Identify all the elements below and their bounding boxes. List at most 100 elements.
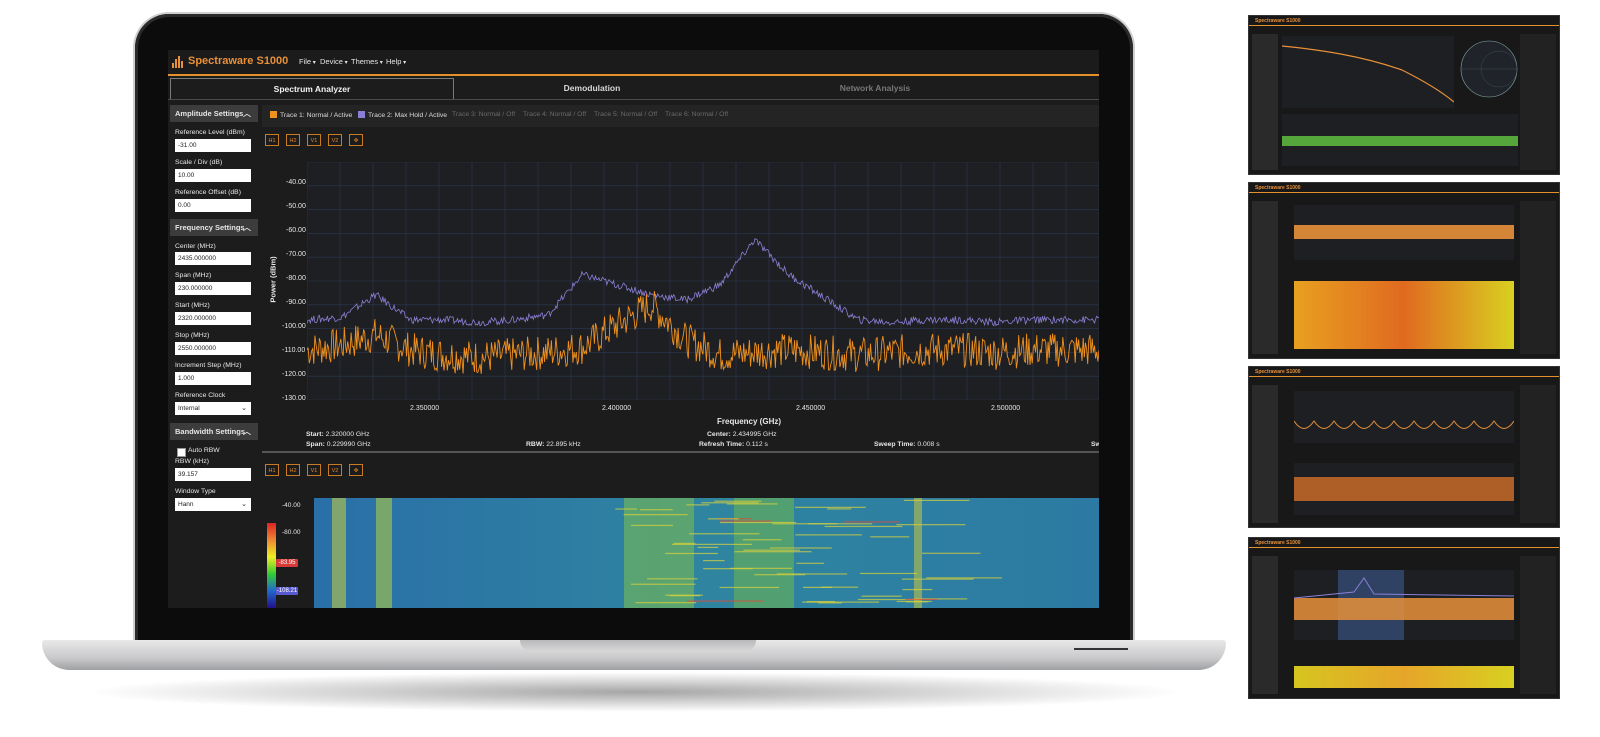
scale-div-label: Scale / Div (dB) bbox=[175, 159, 223, 166]
y-tick: -100.00 bbox=[282, 323, 306, 330]
waterfall-line bbox=[806, 600, 836, 603]
reference-level-label: Reference Level (dBm) bbox=[175, 129, 245, 136]
reference-clock-value: Internal bbox=[178, 405, 200, 412]
waterfall-line bbox=[901, 578, 974, 580]
thumb-sidebar bbox=[1252, 201, 1278, 354]
waterfall-line bbox=[742, 539, 782, 541]
waterfall-line bbox=[827, 508, 852, 510]
thumbnail-network-analysis[interactable]: Spectraware S1000 bbox=[1248, 15, 1560, 175]
spectrum-plot[interactable] bbox=[307, 162, 1099, 400]
marker-v1-button[interactable]: V1 bbox=[307, 464, 321, 476]
trace-2-label: Trace 2: Max Hold / Active bbox=[368, 112, 448, 119]
trace-1-toggle[interactable]: Trace 1: Normal / Active bbox=[270, 111, 352, 119]
waterfall-line bbox=[772, 523, 837, 525]
marker-h2-button[interactable]: H2 bbox=[286, 464, 300, 476]
thumbnail-demodulation[interactable]: Spectraware S1000 bbox=[1248, 366, 1560, 528]
waterfall-line bbox=[701, 502, 759, 504]
waterfall-line bbox=[824, 525, 903, 528]
reference-clock-select[interactable]: Internal ⌄ bbox=[175, 402, 251, 415]
chevron-up-icon: ︿ bbox=[243, 223, 251, 232]
status-center-value: 2.434995 GHz bbox=[732, 431, 777, 438]
settings-sidebar: Amplitude Settings ︿ Reference Level (dB… bbox=[170, 105, 258, 608]
start-input[interactable]: 2320.000000 bbox=[175, 312, 251, 325]
marker-h2-button[interactable]: H2 bbox=[286, 134, 300, 146]
waterfall-line bbox=[665, 552, 718, 555]
rbw-input[interactable]: 39.157 bbox=[175, 468, 251, 481]
thumb-plot bbox=[1282, 36, 1454, 108]
marker-h1-button[interactable]: H1 bbox=[265, 464, 279, 476]
y-tick: -90.00 bbox=[286, 299, 306, 306]
tab-network-analysis[interactable]: Network Analysis bbox=[734, 78, 1016, 98]
tab-spectrum-analyzer[interactable]: Spectrum Analyzer bbox=[170, 78, 454, 99]
pan-move-icon[interactable]: ✥ bbox=[349, 134, 363, 146]
waterfall-colorbar[interactable] bbox=[267, 523, 276, 608]
reference-level-input[interactable]: -31.00 bbox=[175, 139, 251, 152]
marker-v1-button[interactable]: V1 bbox=[307, 134, 321, 146]
stop-input[interactable]: 2550.000000 bbox=[175, 342, 251, 355]
status-rbw: RBW: 22.895 kHz bbox=[526, 441, 581, 448]
thumbnail-spectrum-analyzer[interactable]: Spectraware S1000 bbox=[1248, 537, 1560, 699]
waterfall-line bbox=[631, 524, 673, 527]
y-tick: -60.00 bbox=[286, 227, 306, 234]
status-span-value: 0.229990 GHz bbox=[326, 441, 371, 448]
panel-splitter[interactable] bbox=[262, 451, 1099, 453]
y-tick: -70.00 bbox=[286, 251, 306, 258]
y-tick: -130.00 bbox=[282, 395, 306, 402]
thumb-accent-bar bbox=[1249, 25, 1559, 26]
waterfall-streak bbox=[914, 498, 922, 608]
waterfall-line bbox=[615, 508, 637, 510]
waterfall-plot[interactable] bbox=[314, 498, 1099, 608]
increment-step-input[interactable]: 1.000 bbox=[175, 372, 251, 385]
status-cut-label: Sw bbox=[1091, 441, 1099, 448]
menu-device[interactable]: Device bbox=[320, 57, 348, 66]
trace-5-toggle[interactable]: Trace 5: Normal / Off bbox=[594, 111, 657, 118]
amplitude-settings-header[interactable]: Amplitude Settings ︿ bbox=[170, 105, 258, 122]
waterfall-line bbox=[726, 503, 778, 505]
status-refresh-label: Refresh Time: bbox=[699, 441, 745, 448]
status-rbw-value: 22.895 kHz bbox=[546, 441, 581, 448]
trace-3-toggle[interactable]: Trace 3: Normal / Off bbox=[452, 111, 515, 118]
waterfall-y-tick: -80.00 bbox=[282, 529, 301, 536]
pan-move-icon[interactable]: ✥ bbox=[349, 464, 363, 476]
thumb-iq-plot bbox=[1294, 463, 1514, 515]
auto-rbw-checkbox[interactable] bbox=[177, 448, 186, 457]
thumbnail-spectrogram[interactable]: Spectraware S1000 bbox=[1248, 182, 1560, 359]
scale-div-input[interactable]: 10.00 bbox=[175, 169, 251, 182]
bandwidth-settings-header[interactable]: Bandwidth Settings ︿ bbox=[170, 423, 258, 440]
waterfall-line bbox=[630, 583, 696, 585]
frequency-settings-header[interactable]: Frequency Settings ︿ bbox=[170, 219, 258, 236]
waterfall-streak bbox=[734, 498, 794, 608]
center-input[interactable]: 2435.000000 bbox=[175, 252, 251, 265]
reference-offset-input[interactable]: 0.00 bbox=[175, 199, 251, 212]
frequency-settings-title: Frequency Settings bbox=[175, 223, 245, 232]
menu-themes[interactable]: Themes bbox=[351, 57, 383, 66]
x-tick: 2.500000 bbox=[991, 405, 1021, 412]
chevron-down-icon: ⌄ bbox=[241, 405, 247, 412]
span-input[interactable]: 230.000000 bbox=[175, 282, 251, 295]
waterfall-line bbox=[686, 504, 710, 506]
auto-rbw-label: Auto RBW bbox=[188, 447, 220, 454]
logo-icon bbox=[172, 56, 183, 68]
menu-help[interactable]: Help bbox=[386, 57, 406, 66]
waterfall-line bbox=[803, 586, 833, 589]
trace-4-toggle[interactable]: Trace 4: Normal / Off bbox=[523, 111, 586, 118]
trace-6-toggle[interactable]: Trace 6: Normal / Off bbox=[665, 111, 728, 118]
waterfall-line bbox=[861, 595, 902, 597]
marker-h1-button[interactable]: H1 bbox=[265, 134, 279, 146]
trace-2-toggle[interactable]: Trace 2: Max Hold / Active bbox=[358, 111, 447, 119]
window-type-select[interactable]: Hann ⌄ bbox=[175, 498, 251, 511]
waterfall-streak bbox=[332, 498, 346, 608]
colorbar-min-tag[interactable]: -108.21 bbox=[276, 587, 298, 595]
waterfall-line bbox=[707, 518, 739, 520]
x-tick: 2.400000 bbox=[602, 405, 632, 412]
waterfall-line bbox=[734, 551, 812, 553]
marker-v2-button[interactable]: V2 bbox=[328, 134, 342, 146]
colorbar-max-tag[interactable]: -83.95 bbox=[276, 559, 298, 567]
waterfall-line bbox=[703, 560, 725, 562]
trace-legend: Trace 1: Normal / Active Trace 2: Max Ho… bbox=[262, 105, 1099, 127]
menu-file[interactable]: File bbox=[299, 57, 316, 66]
waterfall-line bbox=[870, 536, 910, 538]
tab-demodulation[interactable]: Demodulation bbox=[451, 78, 733, 98]
status-sweep-label: Sweep Time: bbox=[874, 441, 916, 448]
marker-v2-button[interactable]: V2 bbox=[328, 464, 342, 476]
